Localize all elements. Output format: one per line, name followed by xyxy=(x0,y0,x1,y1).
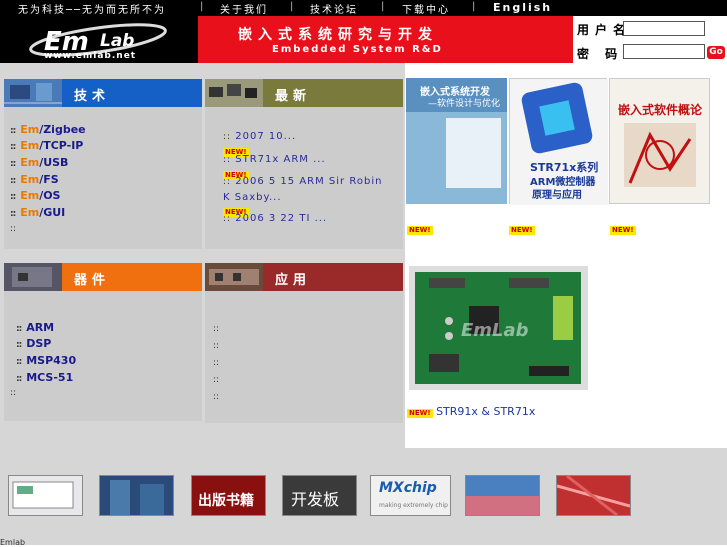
tech-panel-title: 技术 xyxy=(74,89,111,104)
news-panel-header: 最新 xyxy=(205,79,403,107)
news-panel: 最新 :: 2007 10... NEW! :: STR71x ARM ... … xyxy=(205,79,403,249)
new-badge: NEW! xyxy=(407,409,433,418)
banner-title-en: Embedded System R&D xyxy=(272,44,443,55)
devices-panel-title: 器件 xyxy=(74,273,111,288)
header-banner: 嵌入式系统研究与开发 Embedded System R&D xyxy=(198,16,573,63)
list-bullet[interactable]: :: xyxy=(213,341,219,351)
new-badge: NEW! xyxy=(610,226,636,235)
list-bullet[interactable]: :: xyxy=(213,392,219,402)
devices-image-icon xyxy=(4,263,62,291)
thumb-mxchip[interactable]: MXchip making extremely chip xyxy=(370,475,451,516)
logo-url: www.emlab.net xyxy=(44,51,137,61)
devices-panel-header: 器件 xyxy=(4,263,202,291)
tech-panel-header: 技术 xyxy=(4,79,202,107)
list-bullet: :: xyxy=(10,224,17,234)
chips-image-icon xyxy=(205,79,263,107)
thumb-circuit[interactable] xyxy=(556,474,631,517)
apps-panel: 应用 :: :: :: :: :: xyxy=(205,263,403,423)
devices-panel: 器件 :: ARM :: DSP :: MSP430 :: MCS-51 :: xyxy=(4,263,202,421)
books-thumb-label: 出版书籍 xyxy=(198,493,254,509)
nav-separator: | xyxy=(200,1,206,12)
new-badge: NEW! xyxy=(407,226,433,235)
banner-title-cn: 嵌入式系统研究与开发 xyxy=(238,27,438,43)
nav-download-link[interactable]: 下载中心 xyxy=(402,1,450,16)
new-badge: NEW! xyxy=(509,226,535,235)
password-label: 密 码 xyxy=(577,47,624,61)
screenshot-thumb-graphic xyxy=(12,481,74,509)
nav-separator: | xyxy=(472,1,478,12)
book-1-subtitle: —软件设计与优化 xyxy=(428,99,501,109)
tech-link-os[interactable]: :: Em/OS xyxy=(10,189,60,202)
list-bullet[interactable]: :: xyxy=(213,324,219,334)
tech-link-tcpip[interactable]: :: Em/TCP-IP xyxy=(10,139,83,152)
thumb-building[interactable] xyxy=(99,475,174,516)
top-nav: 无为科技──无为而无所不为 | 关于我们 | 技术论坛 | 下载中心 | Eng… xyxy=(0,0,727,16)
dev-board-image[interactable]: EmLab xyxy=(409,266,588,390)
book-2-subtitle-2: 原理与应用 xyxy=(532,190,582,201)
board-caption-text: STR91x & STR71x xyxy=(436,405,536,418)
book-cover-3[interactable]: 嵌入式软件概论 xyxy=(609,78,710,204)
news-item[interactable]: :: STR71x ARM ... xyxy=(223,152,413,168)
thumb-published-books[interactable]: 出版书籍 xyxy=(191,475,266,516)
news-item[interactable]: :: 2007 10... xyxy=(223,129,413,145)
login-box: 用户名 密 码 Go xyxy=(573,16,727,63)
device-link-msp430[interactable]: :: MSP430 xyxy=(16,354,76,367)
chips-thumb-graphic xyxy=(466,476,539,515)
nav-forum-link[interactable]: 技术论坛 xyxy=(310,1,358,16)
device-link-mcs51[interactable]: :: MCS-51 xyxy=(16,371,73,384)
building-thumb-graphic xyxy=(100,476,173,515)
slogan: 无为科技──无为而无所不为 xyxy=(18,5,167,16)
apps-image-icon xyxy=(205,263,263,291)
thumb-dev-boards[interactable]: 开发板 xyxy=(282,475,357,516)
news-item[interactable]: :: 2006 5 15 ARM Sir Robin K Saxby... xyxy=(223,174,393,205)
tech-link-usb[interactable]: :: Em/USB xyxy=(10,156,68,169)
mxchip-tagline: making extremely chip xyxy=(379,502,448,509)
list-bullet[interactable]: :: xyxy=(213,375,219,385)
nav-english-link[interactable]: English xyxy=(493,1,552,14)
mxchip-logo: MXchip xyxy=(379,480,437,496)
username-input[interactable] xyxy=(623,21,705,36)
tech-panel: 技术 :: Em/Zigbee :: Em/TCP-IP :: Em/USB :: Em… xyxy=(4,79,202,249)
nav-about-link[interactable]: 关于我们 xyxy=(220,1,268,16)
news-item[interactable]: :: 2006 3 22 TI ... xyxy=(223,211,413,227)
device-link-arm[interactable]: :: ARM xyxy=(16,321,54,334)
list-bullet: :: xyxy=(10,388,17,398)
svg-text:Lab: Lab xyxy=(100,31,134,51)
apps-panel-header: 应用 xyxy=(205,263,403,291)
thumb-screenshot[interactable] xyxy=(8,475,83,516)
password-input[interactable] xyxy=(623,44,705,59)
board-caption[interactable]: NEW! STR91x & STR71x xyxy=(407,405,535,418)
circuit-thumb-graphic xyxy=(556,474,631,517)
nav-separator: | xyxy=(381,1,387,12)
devboard-thumb-label: 开发板 xyxy=(291,490,340,509)
apps-panel-title: 应用 xyxy=(275,273,312,288)
thumb-chips[interactable] xyxy=(465,475,540,516)
list-bullet[interactable]: :: xyxy=(213,358,219,368)
news-panel-title: 最新 xyxy=(275,89,312,104)
book-3-graphic xyxy=(624,123,696,187)
tech-link-zigbee[interactable]: :: Em/Zigbee xyxy=(10,123,86,136)
tech-link-gui[interactable]: :: Em/GUI xyxy=(10,206,65,219)
bottom-text: Emlab xyxy=(0,538,26,547)
book-cover-1[interactable]: 嵌入式系统开发 —软件设计与优化 xyxy=(406,78,507,204)
circuit-image-icon xyxy=(4,79,62,107)
tech-link-fs[interactable]: :: Em/FS xyxy=(10,173,59,186)
login-go-button[interactable]: Go xyxy=(707,46,725,59)
pcb-board-graphic: EmLab xyxy=(409,266,588,390)
device-link-dsp[interactable]: :: DSP xyxy=(16,337,51,350)
book-cover-2[interactable]: STR71x系列 ARM微控制器 原理与应用 xyxy=(509,78,608,205)
svg-text:EmLab: EmLab xyxy=(461,320,529,341)
nav-separator: | xyxy=(290,1,296,12)
site-logo[interactable]: Em Lab www.emlab.net xyxy=(0,16,198,63)
